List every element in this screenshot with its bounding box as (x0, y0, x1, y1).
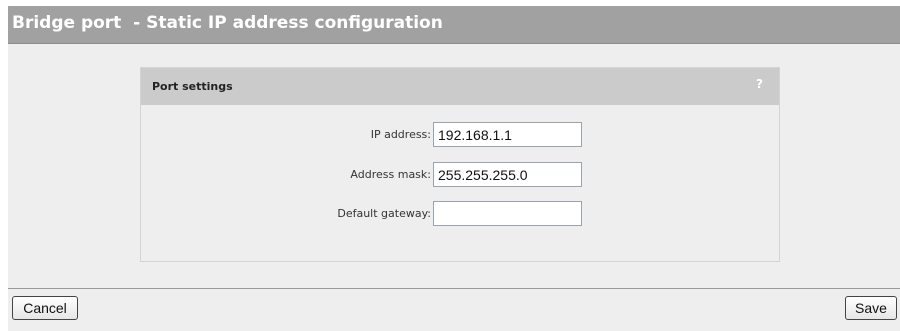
panel-title: Port settings (152, 80, 233, 93)
save-button[interactable]: Save (845, 296, 897, 320)
address-mask-label: Address mask: (350, 168, 431, 181)
cancel-button[interactable]: Cancel (12, 296, 78, 320)
default-gateway-label: Default gateway: (337, 207, 431, 220)
panel-header: Port settings ? (141, 68, 779, 105)
address-mask-row: Address mask: (141, 162, 779, 188)
default-gateway-row: Default gateway: (141, 201, 779, 227)
port-settings-panel: Port settings ? IP address: Address mask… (140, 67, 780, 262)
ip-address-row: IP address: (141, 122, 779, 148)
dialog-frame: Bridge port - Static IP address configur… (8, 6, 900, 331)
footer-bar: Cancel Save (8, 288, 900, 331)
ip-address-input[interactable] (433, 122, 582, 147)
help-icon[interactable]: ? (756, 77, 763, 91)
ip-address-label: IP address: (370, 128, 431, 141)
address-mask-input[interactable] (433, 162, 582, 187)
content-area: Port settings ? IP address: Address mask… (8, 44, 900, 288)
header-bar: Bridge port - Static IP address configur… (8, 6, 900, 44)
default-gateway-input[interactable] (433, 201, 582, 226)
page-title: Bridge port - Static IP address configur… (12, 13, 443, 33)
